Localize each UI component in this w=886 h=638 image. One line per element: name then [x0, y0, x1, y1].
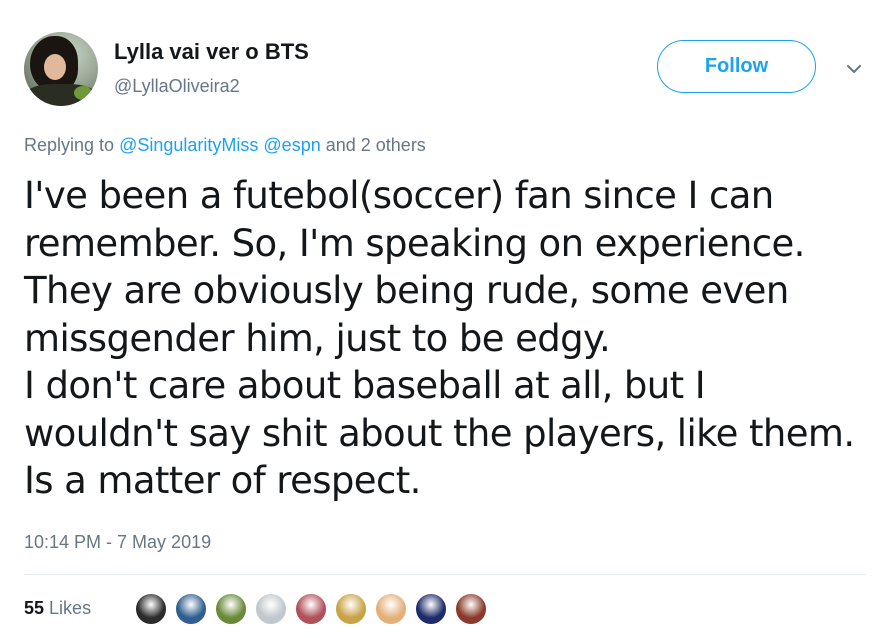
likes-count[interactable]: 55 Likes: [24, 598, 91, 619]
liker-avatar-6[interactable]: [334, 592, 368, 626]
tweet-line: I've been a futebol(soccer) fan since I …: [24, 174, 774, 217]
tweet-timestamp[interactable]: 10:14 PM - 7 May 2019: [24, 532, 211, 553]
tweet-line: I don't care about baseball at all, but …: [24, 364, 706, 407]
liker-avatar-4[interactable]: [254, 592, 288, 626]
author-display-name[interactable]: Lylla vai ver o BTS: [114, 39, 309, 65]
divider: [24, 574, 866, 575]
tweet-line: They are obviously being rude, some even: [24, 269, 789, 312]
liker-avatar-5[interactable]: [294, 592, 328, 626]
liker-avatar-8[interactable]: [414, 592, 448, 626]
mention-link[interactable]: @SingularityMiss: [119, 135, 258, 155]
tweet-line: missgender him, just to be edgy.: [24, 316, 611, 360]
reply-context: Replying to @SingularityMiss @espn and 2…: [24, 135, 426, 156]
likes-label: Likes: [49, 598, 92, 618]
liker-avatar-3[interactable]: [214, 592, 248, 626]
likes-number: 55: [24, 598, 45, 618]
tweet-line: remember. So, I'm speaking on experience…: [24, 221, 805, 265]
author-avatar[interactable]: [24, 32, 98, 106]
follow-button[interactable]: Follow: [657, 40, 816, 93]
liker-avatar-9[interactable]: [454, 592, 488, 626]
reply-others[interactable]: and 2 others: [326, 135, 426, 155]
tweet-line: wouldn't say shit about the players, lik…: [24, 411, 855, 455]
tweet-text: I've been a futebol(soccer) fan since I …: [24, 172, 874, 505]
liker-avatar-1[interactable]: [134, 592, 168, 626]
liker-avatar-7[interactable]: [374, 592, 408, 626]
liker-avatar-2[interactable]: [174, 592, 208, 626]
author-handle[interactable]: @LyllaOliveira2: [114, 76, 240, 97]
mention-link[interactable]: @espn: [263, 135, 320, 155]
tweet-line: Is a matter of respect.: [24, 459, 421, 502]
reply-prefix: Replying to: [24, 135, 115, 155]
chevron-down-icon[interactable]: [843, 60, 865, 78]
